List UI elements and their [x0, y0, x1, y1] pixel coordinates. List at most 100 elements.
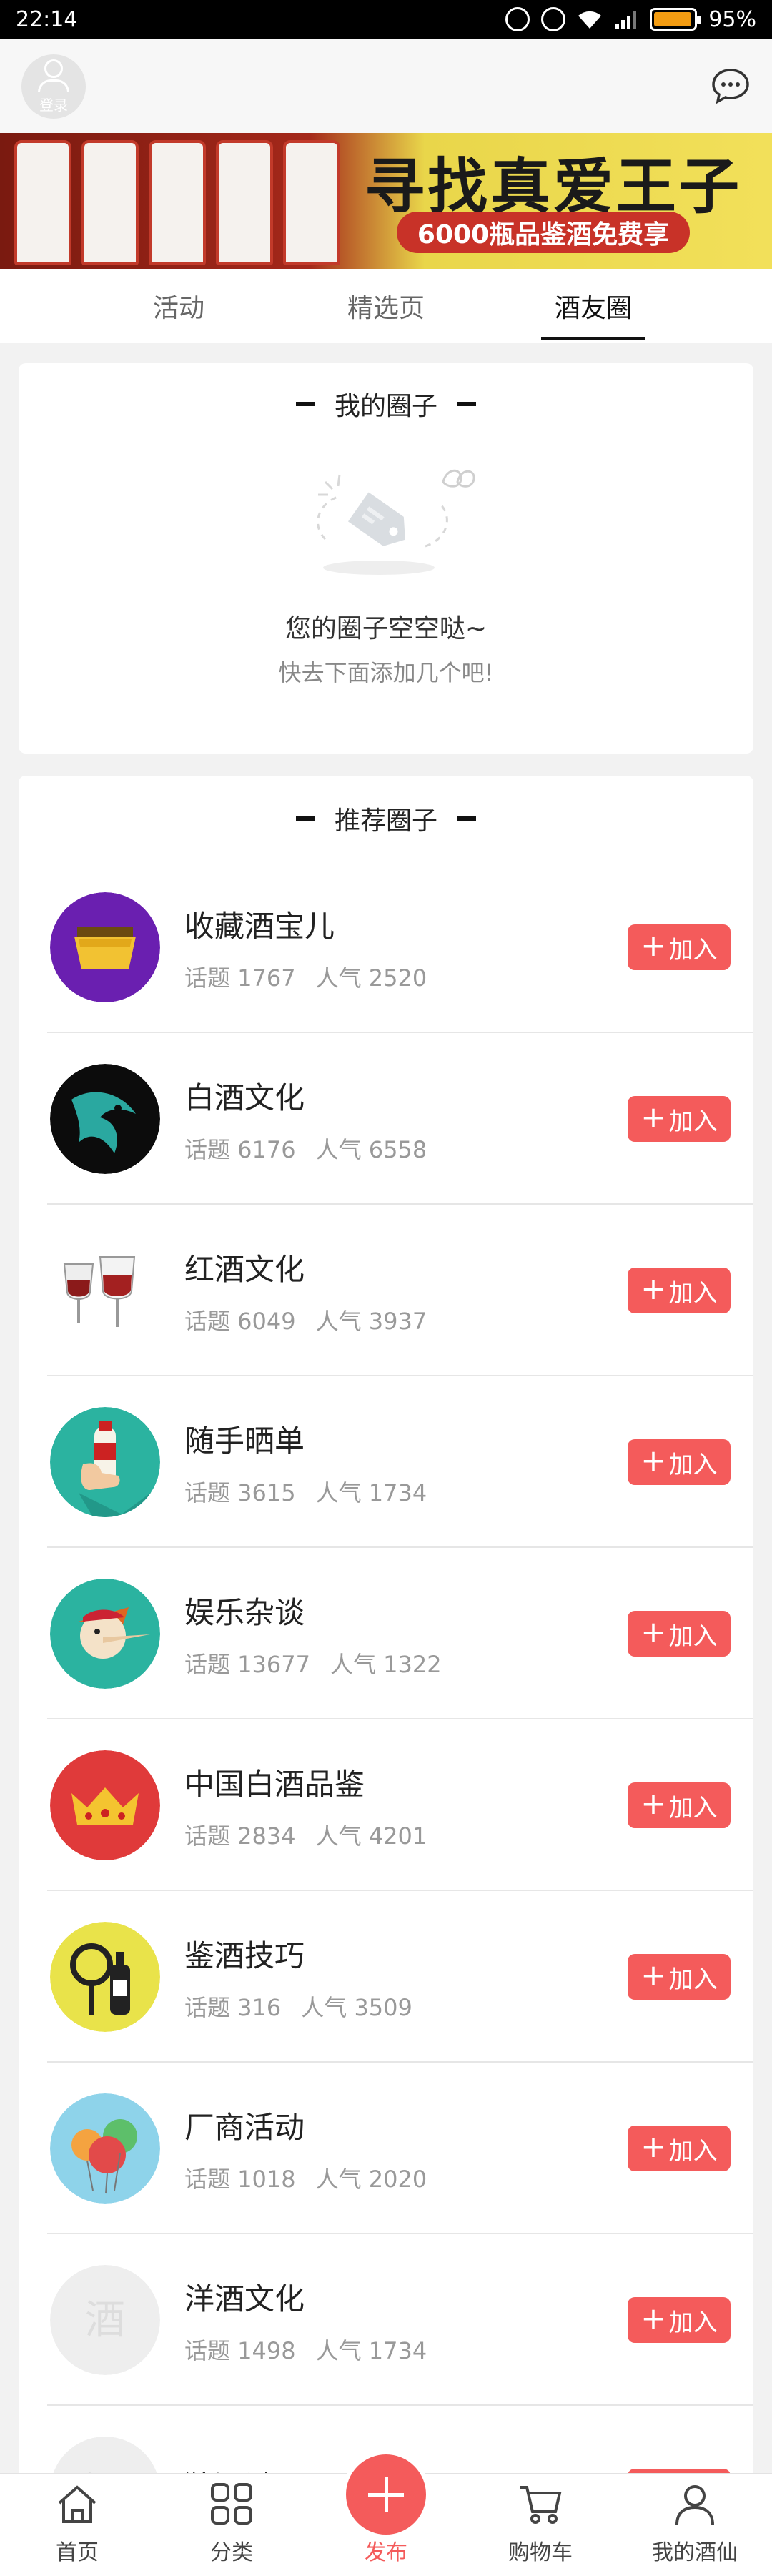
circle-row[interactable]: 厂商活动话题 1018 人气 2020 + 加入: [19, 2063, 753, 2234]
circle-info: 鉴酒技巧 话题 316 人气 3509: [184, 1932, 628, 2023]
circle-row[interactable]: 酒 洋酒文化话题 1498 人气 1734 + 加入: [19, 2234, 753, 2406]
nav-home-label: 首页: [56, 2540, 99, 2565]
dragon-icon: [50, 1064, 160, 1174]
join-label: 加入: [668, 1278, 718, 1308]
circle-stats: 话题 1498 人气 1734: [184, 2333, 628, 2366]
plus-icon: +: [640, 2129, 666, 2164]
home-icon: [58, 2485, 96, 2523]
circle-row[interactable]: 随手晒单话题 3615 人气 1734 + 加入: [19, 1376, 753, 1548]
circle-info: 厂商活动话题 1018 人气 2020: [184, 2103, 628, 2194]
recommended-header: 推荐圈子: [19, 776, 753, 862]
nav-cart-label: 购物车: [508, 2540, 573, 2565]
app-header: 登录: [0, 39, 772, 133]
nav-category[interactable]: 分类: [154, 2474, 309, 2576]
hand-bottle-icon: [50, 1407, 160, 1517]
circle-info: 中国白酒品鉴话题 2834 人气 4201: [184, 1760, 628, 1851]
circle-name: 厂商活动: [184, 2109, 305, 2145]
avatar-body: [38, 79, 69, 92]
avatar-head: [44, 59, 63, 78]
circle-stats: 话题 1767 人气 2520: [184, 960, 628, 993]
join-button[interactable]: +加入: [628, 2297, 731, 2343]
tab-bar: 活动 精选页 酒友圈: [0, 269, 772, 343]
nav-publish-label: 发布: [365, 2540, 407, 2565]
join-button[interactable]: +加入: [628, 2126, 731, 2171]
join-button[interactable]: +加入: [628, 924, 731, 970]
join-button[interactable]: +加入: [628, 1954, 731, 2000]
balloons-icon: [50, 2093, 160, 2204]
plus-icon: +: [640, 1786, 666, 1821]
nav-profile[interactable]: 我的酒仙: [618, 2474, 772, 2576]
pinocchio-icon: [50, 1579, 160, 1689]
tab-wine-friends[interactable]: 酒友圈: [490, 269, 697, 343]
tab-featured[interactable]: 精选页: [282, 269, 490, 343]
circle-topics: 话题 1767: [184, 964, 296, 992]
plus-icon: +: [640, 2301, 666, 2336]
join-button[interactable]: +加入: [628, 1096, 731, 1142]
circle-row[interactable]: 收藏酒宝儿话题 1767 人气 2520 + 加入: [19, 862, 753, 1033]
tab-activity[interactable]: 活动: [75, 269, 282, 343]
promo-banner[interactable]: 寻找真爱王子 6000瓶品鉴酒免费享: [0, 133, 772, 269]
circle-info: 随手晒单话题 3615 人气 1734: [184, 1417, 628, 1508]
empty-state: 您的圈子空空哒~ 快去下面添加几个吧!: [19, 445, 753, 688]
join-button[interactable]: +加入: [628, 1611, 731, 1657]
nav-category-label: 分类: [210, 2540, 253, 2565]
circle-name: 中国白酒品鉴: [184, 1766, 365, 1802]
nav-publish[interactable]: 发布: [309, 2450, 463, 2576]
nav-cart[interactable]: 购物车: [463, 2474, 618, 2576]
join-button[interactable]: +加入: [628, 1782, 731, 1828]
circle-popularity: 人气 1734: [315, 2336, 427, 2364]
circle-name: 收藏酒宝儿: [184, 908, 335, 944]
svg-text:酒: 酒: [85, 2297, 125, 2344]
circle-row[interactable]: 中国白酒品鉴话题 2834 人气 4201 + 加入: [19, 1719, 753, 1891]
circle-stats: 话题 1018 人气 2020: [184, 2161, 628, 2194]
nav-home[interactable]: 首页: [0, 2474, 154, 2576]
circle-row[interactable]: 白酒文化 话题 6176 人气 6558 + 加入: [19, 1033, 753, 1205]
circle-popularity: 人气 1734: [315, 1479, 427, 1506]
join-label: 加入: [668, 1107, 718, 1136]
battery-percent: 95%: [708, 6, 756, 32]
title-dash: [457, 816, 476, 821]
empty-tag-icon: [317, 469, 475, 575]
circle-stats: 话题 3615 人气 1734: [184, 1475, 628, 1508]
join-button[interactable]: +加入: [628, 1439, 731, 1485]
empty-message: 您的圈子空空哒~: [284, 614, 488, 643]
title-dash: [295, 816, 315, 821]
my-circles-card: 我的圈子 您的圈子空空哒~ 快去下面添加几个吧!: [19, 363, 753, 754]
chat-icon[interactable]: [711, 67, 751, 104]
banner-bottles: [14, 140, 372, 269]
magnifier-bottle-icon: [50, 1922, 160, 2032]
circle-row[interactable]: 娱乐杂谈 话题 13677 人气 1322 + 加入: [19, 1548, 753, 1719]
bottle-image: [14, 140, 71, 265]
circle-topics: 话题 6049: [184, 1307, 296, 1335]
recommended-circles-card: 推荐圈子 收藏酒宝儿 话题 1767 人气 2520 + 加入 白酒文化 话题 6176 人气…: [19, 776, 753, 2492]
plus-icon[interactable]: [342, 2450, 430, 2539]
circle-topics: 话题 1498: [184, 2336, 296, 2364]
join-label: 加入: [668, 1450, 718, 1479]
circle-popularity: 人气 6558: [315, 1135, 427, 1163]
circle-topics: 话题 3615: [184, 1479, 296, 1506]
bottle-image: [216, 140, 273, 265]
mute-icon: [505, 7, 530, 31]
bottle-image: [149, 140, 206, 265]
circle-name: 红酒文化: [184, 1251, 305, 1287]
plus-icon: +: [640, 1271, 666, 1306]
join-label: 加入: [668, 2308, 718, 2337]
circle-row[interactable]: 鉴酒技巧 话题 316 人气 3509 + 加入: [19, 1891, 753, 2063]
join-label: 加入: [668, 935, 718, 964]
banner-promo: 6000瓶品鉴酒免费享: [397, 212, 690, 253]
crown-icon: [50, 1750, 160, 1860]
status-bar: 22:14 95%: [0, 0, 772, 39]
circle-name: 随手晒单: [184, 1423, 305, 1459]
plus-icon: +: [640, 1614, 666, 1649]
circle-name: 洋酒文化: [184, 2281, 305, 2316]
circle-topics: 话题 2834: [184, 1822, 296, 1850]
circle-topics: 话题 6176: [184, 1135, 296, 1163]
my-circles-header: 我的圈子: [19, 363, 753, 445]
circle-info: 娱乐杂谈 话题 13677 人气 1322: [184, 1589, 628, 1679]
circle-stats: 话题 2834 人气 4201: [184, 1818, 628, 1851]
circle-row[interactable]: 红酒文化 话题 6049 人气 3937 + 加入: [19, 1205, 753, 1376]
login-avatar[interactable]: 登录: [21, 54, 86, 119]
join-button[interactable]: +加入: [628, 1268, 731, 1313]
join-label: 加入: [668, 1622, 718, 1651]
title-dash: [295, 402, 315, 406]
